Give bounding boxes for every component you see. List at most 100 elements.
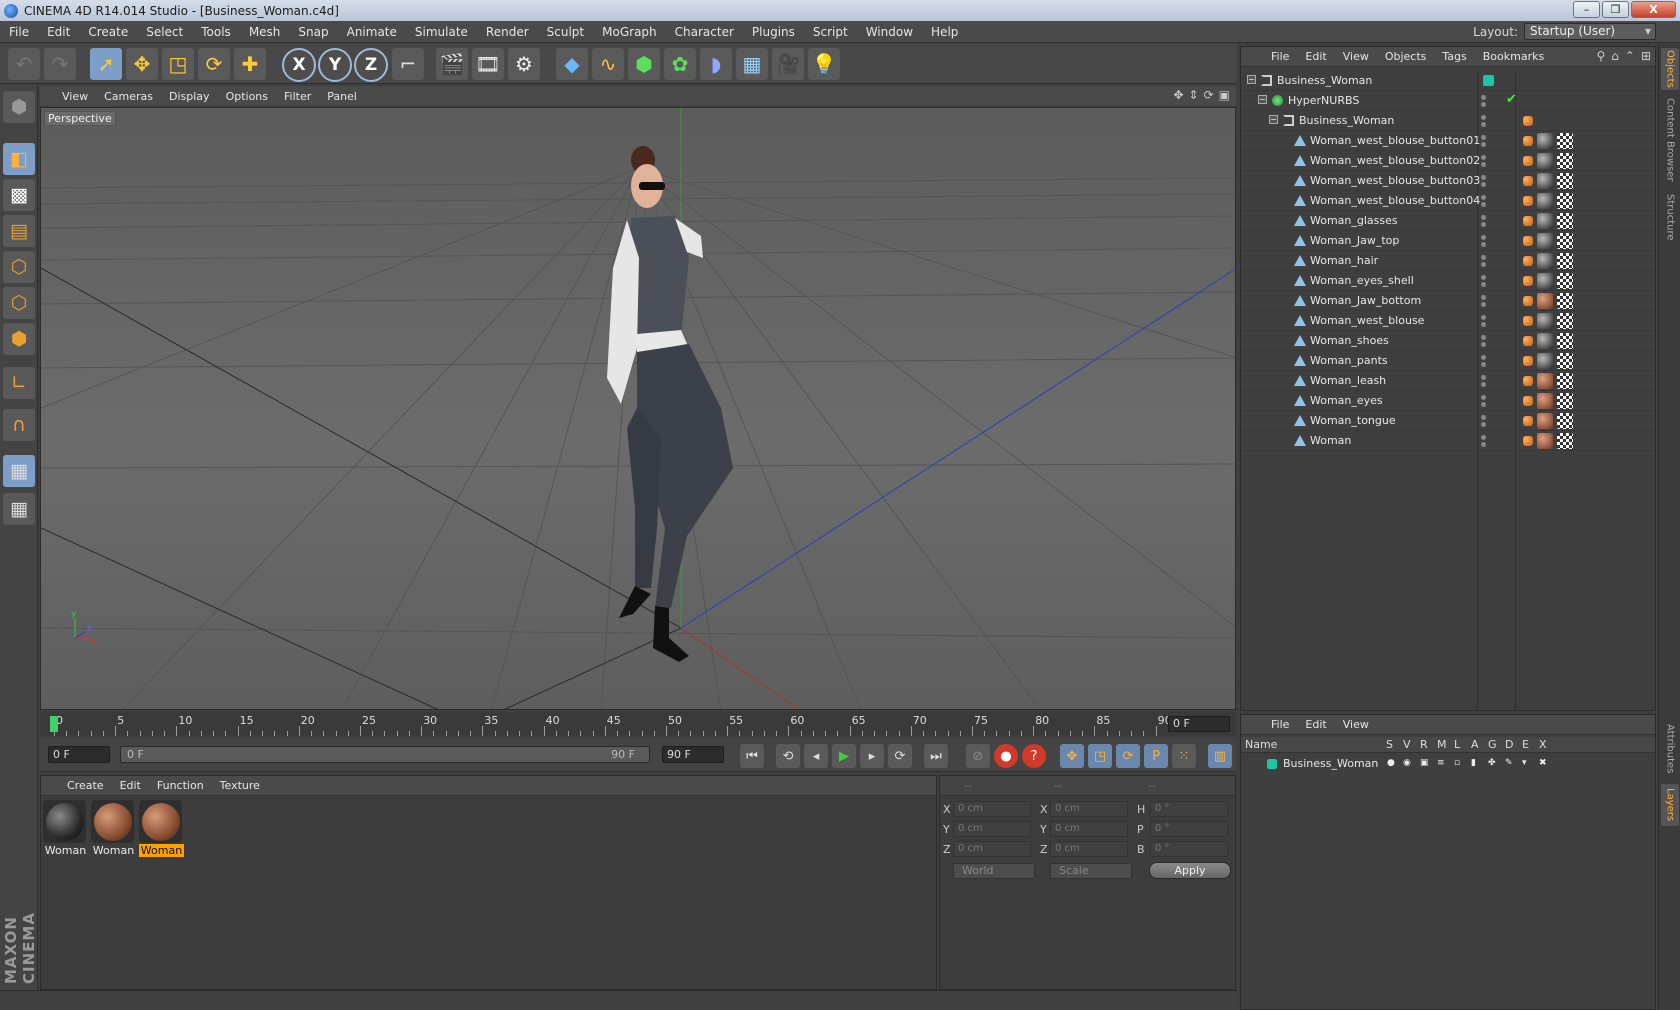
- objects-menu-tags[interactable]: Tags: [1434, 50, 1474, 63]
- object-row[interactable]: Woman_Jaw_top: [1241, 231, 1655, 251]
- layer-col-animation[interactable]: A: [1471, 738, 1479, 751]
- uvw-tag-icon[interactable]: [1557, 293, 1573, 309]
- menu-plugins[interactable]: Plugins: [743, 25, 804, 39]
- material-menu-function[interactable]: Function: [149, 779, 212, 792]
- viewport-move-icon[interactable]: ✥: [1173, 88, 1183, 102]
- polygons-mode-icon[interactable]: ⬢: [3, 323, 35, 355]
- viewport-maximize-icon[interactable]: ▣: [1219, 88, 1230, 102]
- planar-workplane-icon[interactable]: ▦: [3, 493, 35, 525]
- object-row[interactable]: − Business_Woman: [1241, 111, 1655, 131]
- visibility-dots-icon[interactable]: [1481, 415, 1487, 429]
- perspective-viewport[interactable]: y z x Perspective: [40, 107, 1236, 710]
- make-editable-icon[interactable]: ⬢: [3, 91, 35, 123]
- object-search-icon[interactable]: ⚲: [1596, 49, 1605, 63]
- material-tag-icon[interactable]: [1537, 133, 1553, 149]
- coord-rot-p-field[interactable]: 0 °: [1150, 821, 1228, 837]
- object-row[interactable]: Woman_west_blouse_button04: [1241, 191, 1655, 211]
- visibility-dots-icon[interactable]: [1481, 295, 1487, 309]
- visibility-dots-icon[interactable]: [1481, 235, 1487, 249]
- material-tag-icon[interactable]: [1537, 433, 1553, 449]
- add-nurbs-icon[interactable]: ⬢: [628, 48, 660, 80]
- visibility-dots-icon[interactable]: [1481, 275, 1487, 289]
- live-selection-icon[interactable]: ➚: [90, 48, 122, 80]
- rotate-tool-icon[interactable]: ⟳: [198, 48, 230, 80]
- material-tag-icon[interactable]: [1537, 253, 1553, 269]
- next-frame-icon[interactable]: ▸: [860, 744, 884, 768]
- recent-tools-icon[interactable]: ✚: [234, 48, 266, 80]
- objects-menu-view[interactable]: View: [1335, 50, 1377, 63]
- go-to-end-icon[interactable]: ⏭: [924, 744, 948, 768]
- add-array-icon[interactable]: ✿: [664, 48, 696, 80]
- uvw-tag-icon[interactable]: [1557, 313, 1573, 329]
- axis-mode-icon[interactable]: ∟: [3, 367, 35, 399]
- play-forward-icon[interactable]: ▶: [832, 744, 856, 768]
- viewport-menu-filter[interactable]: Filter: [276, 90, 319, 103]
- record-active-objects-icon[interactable]: ⊘: [966, 744, 990, 768]
- viewport-menu-view[interactable]: View: [54, 90, 96, 103]
- menu-create[interactable]: Create: [79, 25, 137, 39]
- material-tag-icon[interactable]: [1537, 293, 1553, 309]
- object-row[interactable]: Woman_eyes: [1241, 391, 1655, 411]
- visibility-dots-icon[interactable]: [1481, 115, 1487, 129]
- workplane-mode-icon[interactable]: ▤: [3, 215, 35, 247]
- object-new-view-icon[interactable]: ⊞: [1641, 49, 1651, 63]
- layer-visible-icon[interactable]: ◉: [1403, 758, 1413, 769]
- material-menu-edit[interactable]: Edit: [112, 779, 149, 792]
- phong-tag-icon[interactable]: [1523, 356, 1533, 366]
- coord-pos-x-field[interactable]: 0 cm: [953, 801, 1031, 817]
- uvw-tag-icon[interactable]: [1557, 373, 1573, 389]
- menu-snap[interactable]: Snap: [289, 25, 337, 39]
- menu-character[interactable]: Character: [666, 25, 743, 39]
- viewport-menu-display[interactable]: Display: [161, 90, 218, 103]
- menu-render[interactable]: Render: [477, 25, 538, 39]
- phong-tag-icon[interactable]: [1523, 396, 1533, 406]
- uvw-tag-icon[interactable]: [1557, 253, 1573, 269]
- add-light-icon[interactable]: 💡: [808, 48, 840, 80]
- material-swatch-1[interactable]: Woman: [43, 800, 88, 858]
- visibility-dots-icon[interactable]: [1481, 175, 1487, 189]
- phong-tag-icon[interactable]: [1523, 336, 1533, 346]
- uvw-tag-icon[interactable]: [1557, 353, 1573, 369]
- layer-menu-edit[interactable]: Edit: [1297, 718, 1334, 731]
- add-floor-icon[interactable]: ▦: [736, 48, 768, 80]
- maximize-button[interactable]: ❐: [1602, 1, 1629, 18]
- uvw-tag-icon[interactable]: [1557, 193, 1573, 209]
- material-tag-icon[interactable]: [1537, 353, 1553, 369]
- coord-size-x-field[interactable]: 0 cm: [1050, 801, 1128, 817]
- visibility-dots-icon[interactable]: [1481, 95, 1487, 109]
- visibility-dots-icon[interactable]: [1481, 315, 1487, 329]
- menu-sculpt[interactable]: Sculpt: [538, 25, 593, 39]
- viewport-rotate-icon[interactable]: ⟳: [1204, 88, 1214, 102]
- phong-tag-icon[interactable]: [1523, 256, 1533, 266]
- layer-solo-icon[interactable]: ●: [1387, 758, 1397, 769]
- material-tag-icon[interactable]: [1537, 173, 1553, 189]
- menu-mograph[interactable]: MoGraph: [593, 25, 666, 39]
- coord-rot-h-field[interactable]: 0 °: [1150, 801, 1228, 817]
- object-row[interactable]: − Business_Woman: [1241, 71, 1655, 91]
- viewport-menu-options[interactable]: Options: [218, 90, 276, 103]
- object-row[interactable]: Woman_tongue: [1241, 411, 1655, 431]
- layer-menu-file[interactable]: File: [1263, 718, 1297, 731]
- objects-menu-edit[interactable]: Edit: [1297, 50, 1334, 63]
- layer-col-locked[interactable]: L: [1454, 738, 1460, 751]
- visibility-dots-icon[interactable]: [1481, 135, 1487, 149]
- layer-expression-icon[interactable]: ▾: [1522, 758, 1532, 769]
- material-tag-icon[interactable]: [1537, 393, 1553, 409]
- object-row[interactable]: Woman_west_blouse_button03: [1241, 171, 1655, 191]
- visibility-dots-icon[interactable]: [1481, 215, 1487, 229]
- phong-tag-icon[interactable]: [1523, 216, 1533, 226]
- menu-file[interactable]: File: [0, 25, 38, 39]
- material-tag-icon[interactable]: [1537, 413, 1553, 429]
- business-woman-model[interactable]: [607, 146, 733, 662]
- phong-tag-icon[interactable]: [1523, 156, 1533, 166]
- layer-col-expressions[interactable]: E: [1522, 738, 1529, 751]
- material-swatch-2[interactable]: Woman: [91, 800, 136, 858]
- menu-window[interactable]: Window: [857, 25, 922, 39]
- phong-tag-icon[interactable]: [1523, 436, 1533, 446]
- add-camera-icon[interactable]: 🎥: [772, 48, 804, 80]
- layer-deformer-icon[interactable]: ✎: [1505, 758, 1515, 769]
- visibility-dots-icon[interactable]: [1481, 395, 1487, 409]
- model-mode-icon[interactable]: ◧: [3, 143, 35, 175]
- keyframe-selection-icon[interactable]: ?: [1022, 744, 1046, 768]
- uvw-tag-icon[interactable]: [1557, 273, 1573, 289]
